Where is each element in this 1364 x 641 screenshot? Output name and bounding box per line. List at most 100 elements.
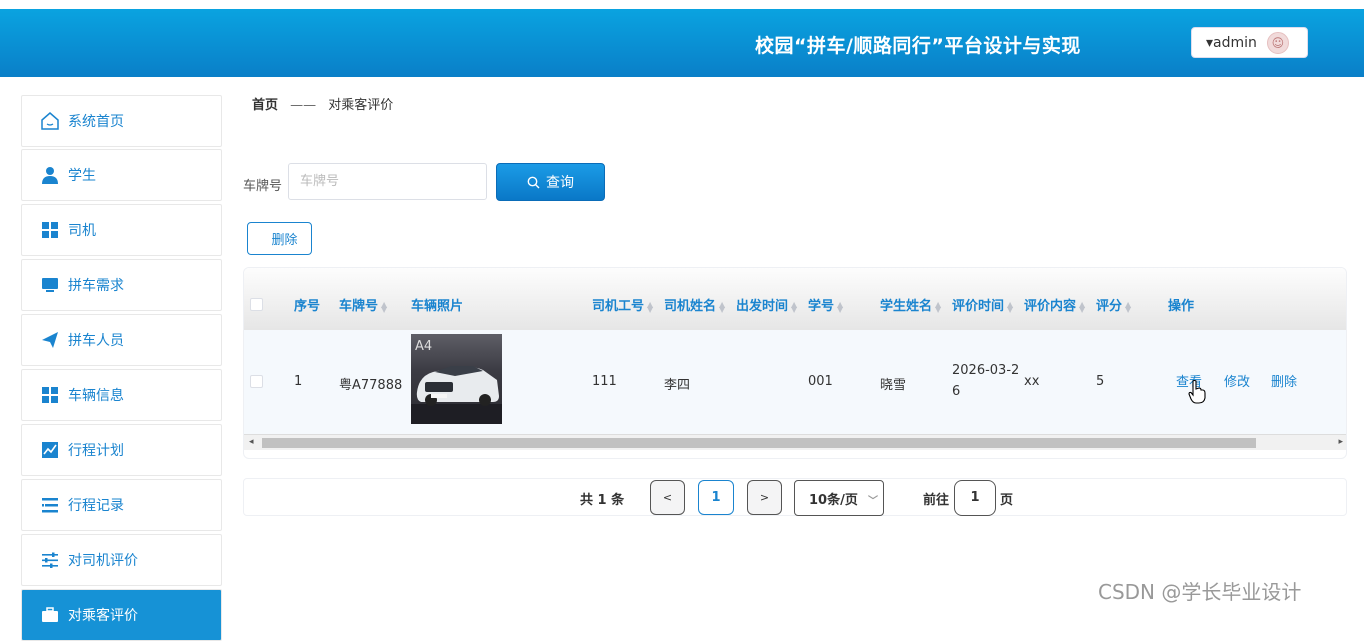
cell-student-id: 001 [808,374,833,389]
column-header-content[interactable]: 评价内容 ▲ ▼ [1024,295,1087,314]
top-header: 校园“拼车/顺路同行”平台设计与实现 ▾admin ☺ [0,9,1364,77]
horizontal-scrollbar[interactable]: ◂ ▸ [244,434,1346,450]
next-page-label: > [759,491,770,504]
prev-page-button[interactable]: < [650,480,685,515]
column-header-label: 司机工号 [592,299,645,314]
column-header-actions: 操作 [1168,299,1195,314]
briefcase-icon [40,605,60,625]
query-button-label: 查询 [546,175,574,191]
sort-icon[interactable]: ▲ ▼ [1125,300,1133,313]
sidebar: 系统首页 学生 司机 拼车需求 拼车人员 车辆信息 行程计划 行程记录 对司机评… [21,95,222,641]
sidebar-item-vehicle-info[interactable]: 车辆信息 [21,369,222,421]
plate-search-input[interactable] [288,163,487,200]
scrollbar-thumb[interactable] [262,438,1256,448]
prev-page-label: < [662,491,673,504]
query-button[interactable]: 查询 [496,163,605,201]
goto-suffix: 页 [1000,493,1014,508]
next-page-button[interactable]: > [747,480,782,515]
sidebar-item-driver[interactable]: 司机 [21,204,222,256]
sidebar-item-driver-review[interactable]: 对司机评价 [21,534,222,586]
sidebar-item-label: 拼车人员 [68,333,124,349]
column-header-label: 车牌号 [339,299,379,314]
sidebar-item-passenger-review[interactable]: 对乘客评价 [21,589,222,641]
sort-icon[interactable]: ▲ ▼ [1007,300,1015,313]
list-icon [40,495,60,515]
paper-plane-icon [40,330,60,350]
sidebar-item-carpool-demand[interactable]: 拼车需求 [21,259,222,311]
table-header: 序号 车牌号 ▲ ▼ 车辆照片 司机工号 ▲ ▼ 司机姓名 ▲ ▼ 出发时间 ▲ ▼ 学号 ▲ ▼ … [244,268,1346,330]
row-checkbox[interactable] [250,375,263,388]
column-header-label: 学生姓名 [880,299,933,314]
column-header-label: 评价时间 [952,299,1005,314]
select-all-checkbox[interactable] [250,298,263,311]
avatar: ☺ [1266,31,1289,54]
scroll-left-icon[interactable]: ◂ [249,437,254,447]
sidebar-item-trip-plan[interactable]: 行程计划 [21,424,222,476]
sort-icon[interactable]: ▲ ▼ [837,300,845,313]
sidebar-item-label: 系统首页 [68,114,124,130]
total-suffix: 条 [611,493,625,508]
column-header-student-name[interactable]: 学生姓名 ▲ ▼ [880,295,943,314]
cell-eval-time-line2: 6 [952,384,961,399]
pointer-cursor-icon [1188,379,1206,408]
batch-delete-button[interactable]: 删除 [247,222,312,255]
search-label: 车牌号 [243,179,283,194]
user-menu-label: ▾admin [1206,34,1257,51]
pagination: 共 1 条 < 1 > 10条/页 ﹀ 前往 1 页 [243,478,1347,516]
cell-content: xx [1024,374,1040,389]
column-header-label: 评分 [1096,299,1123,314]
sidebar-item-trip-record[interactable]: 行程记录 [21,479,222,531]
column-header-label: 学号 [808,299,835,314]
sidebar-item-label: 对乘客评价 [68,608,138,624]
cell-student-name: 晓雪 [880,378,907,393]
breadcrumb-home[interactable]: 首页 [252,98,278,113]
page-size-select[interactable]: 10条/页 ﹀ [794,480,884,516]
total-count: 1 [597,493,607,508]
grid-icon [40,220,60,240]
cell-index: 1 [294,374,303,389]
edit-link[interactable]: 修改 [1224,371,1250,390]
column-header-label: 评价内容 [1024,299,1077,314]
sort-icon[interactable]: ▲ ▼ [1079,300,1087,313]
column-header-driver-name[interactable]: 司机姓名 ▲ ▼ [664,295,727,314]
cell-driver-id: 111 [592,374,617,389]
sidebar-item-carpool-members[interactable]: 拼车人员 [21,314,222,366]
column-header-eval-time[interactable]: 评价时间 ▲ ▼ [952,295,1015,314]
watermark: CSDN @学长毕业设计 [1098,580,1302,604]
column-header-photo: 车辆照片 [411,299,464,314]
table-row: 1 粤A77888 A4 111 李四 001 晓雪 2026-03-2 6 x… [244,330,1346,434]
user-icon [40,165,60,185]
sidebar-item-label: 车辆信息 [68,388,124,404]
sidebar-item-home[interactable]: 系统首页 [21,95,222,147]
pagination-total: 共 1 条 [580,489,624,508]
vehicle-photo[interactable]: A4 [411,334,502,424]
sidebar-item-label: 拼车需求 [68,278,124,294]
sort-icon[interactable]: ▲ ▼ [381,300,389,313]
sidebar-item-label: 行程记录 [68,498,124,514]
column-header-student-id[interactable]: 学号 ▲ ▼ [808,295,845,314]
sort-icon[interactable]: ▲ ▼ [935,300,943,313]
column-header-label: 司机姓名 [664,299,717,314]
sidebar-item-label: 行程计划 [68,443,124,459]
sliders-icon [40,550,60,570]
sort-icon[interactable]: ▲ ▼ [791,300,799,313]
cell-plate: 粤A77888 [339,378,403,393]
page-number-current[interactable]: 1 [698,480,734,515]
breadcrumb-current: 对乘客评价 [328,98,394,113]
sort-icon[interactable]: ▲ ▼ [719,300,727,313]
delete-link[interactable]: 删除 [1271,371,1297,390]
batch-delete-label: 删除 [271,233,298,248]
goto-page-input[interactable]: 1 [954,480,996,516]
column-header-driver-id[interactable]: 司机工号 ▲ ▼ [592,295,655,314]
column-header-depart-time[interactable]: 出发时间 ▲ ▼ [736,295,799,314]
sort-icon[interactable]: ▲ ▼ [647,300,655,313]
column-header-score[interactable]: 评分 ▲ ▼ [1096,295,1133,314]
column-header-plate[interactable]: 车牌号 ▲ ▼ [339,295,389,314]
total-prefix: 共 [580,493,594,508]
grid-icon [40,385,60,405]
chart-icon [40,440,60,460]
sidebar-item-student[interactable]: 学生 [21,149,222,201]
monitor-icon [40,275,60,295]
scroll-right-icon[interactable]: ▸ [1338,437,1343,447]
user-menu-button[interactable]: ▾admin ☺ [1191,27,1308,58]
